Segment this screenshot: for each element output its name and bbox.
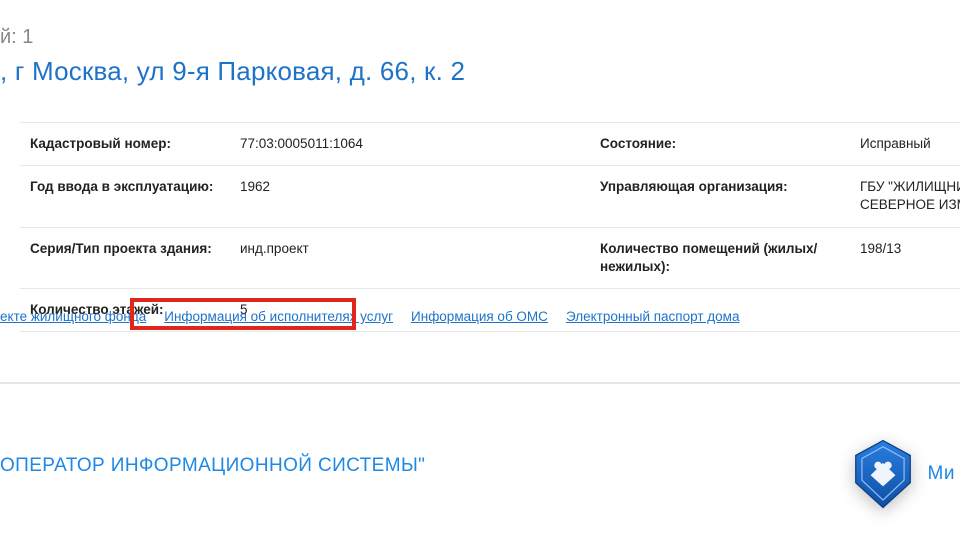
prop-value-cadastral: 77:03:0005011:1064 [230, 123, 590, 165]
emblem-shield-icon [852, 438, 914, 510]
prop-value-series: инд.проект [230, 228, 590, 288]
prop-value-condition: Исправный [850, 123, 960, 165]
properties-table: Кадастровый номер: 77:03:0005011:1064 Со… [20, 122, 960, 332]
prop-value-rooms: 198/13 [850, 228, 960, 288]
footer-badge-label-fragment: Ми [928, 463, 955, 485]
prop-label-management: Управляющая организация: [590, 166, 850, 226]
link-epassport[interactable]: Электронный паспорт дома [566, 309, 740, 324]
prop-label-year: Год ввода в эксплуатацию: [20, 166, 230, 226]
prop-label-rooms: Количество помещений (жилых/нежилых): [590, 228, 850, 288]
prop-value-year: 1962 [230, 166, 590, 226]
link-oms-info[interactable]: Информация об ОМС [411, 309, 548, 324]
prop-value-management: ГБУ "ЖИЛИЩНИК РАЙОНА СЕВЕРНОЕ ИЗМАЙЛОВО" [850, 166, 960, 226]
footer-separator [0, 382, 960, 384]
prop-label-series: Серия/Тип проекта здания: [20, 228, 230, 288]
link-service-providers[interactable]: Информация об исполнителях услуг [164, 309, 393, 324]
prop-label-condition: Состояние: [590, 123, 850, 165]
detail-links-row: екте жилищного фонда Информация об испол… [0, 306, 960, 324]
link-housing-object[interactable]: екте жилищного фонда [0, 309, 146, 324]
footer-bar: ОПЕРАТОР ИНФОРМАЦИОННОЙ СИСТЕМЫ" [0, 455, 960, 477]
footer-badge-group: Ми [852, 438, 955, 510]
prop-label-cadastral: Кадастровый номер: [20, 123, 230, 165]
footer-operator-label: ОПЕРАТОР ИНФОРМАЦИОННОЙ СИСТЕМЫ" [0, 455, 425, 477]
building-address: , г Москва, ул 9-я Парковая, д. 66, к. 2 [0, 56, 960, 87]
result-count-fragment: й: 1 [0, 26, 33, 49]
